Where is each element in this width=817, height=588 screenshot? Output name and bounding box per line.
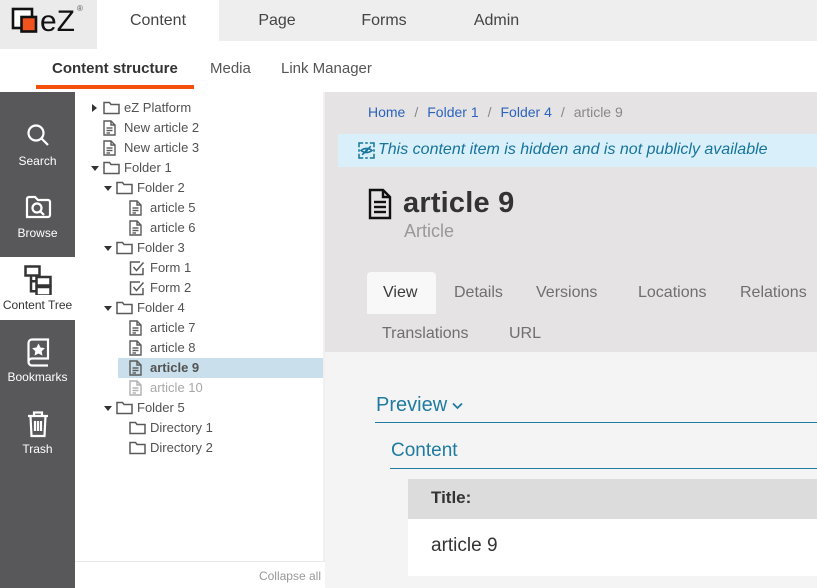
svg-text:eZ: eZ xyxy=(40,5,75,38)
svg-text:®: ® xyxy=(77,4,83,13)
